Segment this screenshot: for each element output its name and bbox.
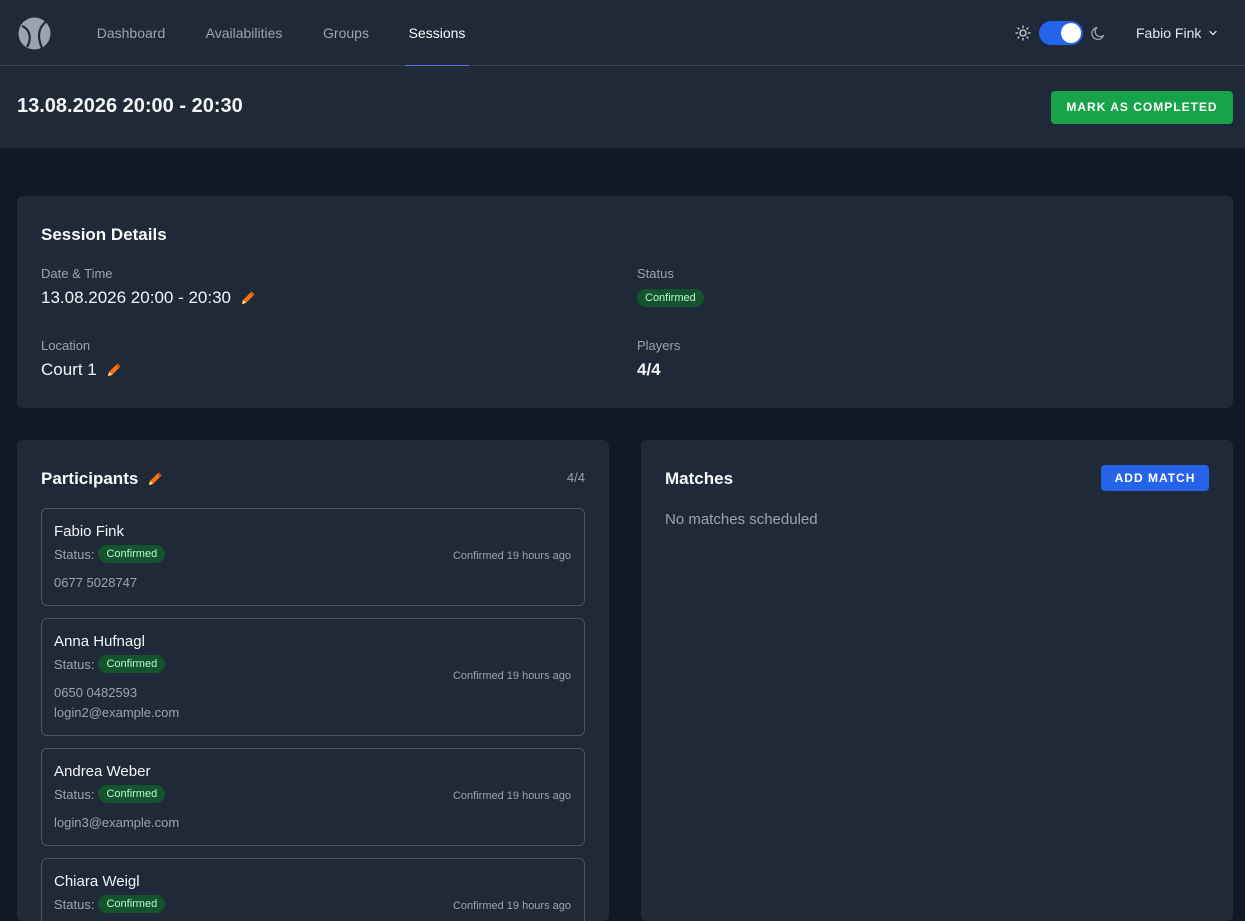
edit-date-time-pencil-icon[interactable] <box>239 289 257 307</box>
participant-card[interactable]: Chiara Weigl Status: Confirmed Confirmed… <box>41 858 585 921</box>
participant-name: Anna Hufnagl <box>54 633 145 650</box>
toggle-knob <box>1061 23 1081 43</box>
participants-header: Participants <box>41 469 164 489</box>
matches-title: Matches <box>665 469 734 488</box>
date-time-label: Date & Time <box>41 266 113 281</box>
participant-status: Status: Confirmed <box>54 785 166 803</box>
participant-card[interactable]: Andrea Weber Status: Confirmed Confirmed… <box>41 748 585 846</box>
participant-name: Fabio Fink <box>54 523 125 540</box>
participant-status: Status: Confirmed <box>54 655 166 673</box>
participant-status-label: Status: <box>54 546 95 562</box>
participant-status-label: Status: <box>54 656 95 672</box>
participant-status-badge: Confirmed <box>98 545 166 563</box>
participant-email: login2@example.com <box>54 705 180 720</box>
user-name: Fabio Fink <box>1136 25 1202 41</box>
participant-confirmed-time: Confirmed 19 hours ago <box>452 900 571 912</box>
no-matches-text: No matches scheduled <box>665 511 818 528</box>
page-header: 13.08.2026 20:00 - 20:30 MARK AS COMPLET… <box>0 66 1245 148</box>
mark-as-completed-button[interactable]: MARK AS COMPLETED <box>1051 91 1233 124</box>
theme-toggle[interactable] <box>1039 21 1083 45</box>
add-match-button[interactable]: ADD MATCH <box>1101 465 1209 491</box>
participant-card[interactable]: Anna Hufnagl Status: Confirmed Confirmed… <box>41 618 585 736</box>
date-time-text: 13.08.2026 20:00 - 20:30 <box>41 288 231 307</box>
location-value: Court 1 <box>41 360 123 380</box>
participant-confirmed-time: Confirmed 19 hours ago <box>452 550 571 562</box>
session-details-card: Session Details Date & Time 13.08.2026 2… <box>17 196 1233 408</box>
participant-confirmed-time: Confirmed 19 hours ago <box>452 670 571 682</box>
participant-status-label: Status: <box>54 786 95 802</box>
participant-phone: 0650 0482593 <box>54 685 138 700</box>
participant-status-badge: Confirmed <box>98 895 166 913</box>
nav-groups[interactable]: Groups <box>318 0 374 66</box>
participant-status: Status: Confirmed <box>54 545 166 563</box>
nav-dashboard[interactable]: Dashboard <box>92 0 170 66</box>
edit-participants-pencil-icon[interactable] <box>146 470 164 488</box>
sun-icon <box>1015 25 1031 41</box>
edit-location-pencil-icon[interactable] <box>105 361 123 379</box>
chevron-down-icon <box>1209 30 1218 36</box>
players-value: 4/4 <box>637 360 661 379</box>
status-label: Status <box>637 266 674 281</box>
nav-sessions[interactable]: Sessions <box>405 0 469 67</box>
tennis-ball-logo-icon[interactable] <box>18 17 51 50</box>
top-navbar: Dashboard Availabilities Groups Sessions… <box>0 0 1245 67</box>
session-details-title: Session Details <box>41 225 167 244</box>
participants-count: 4/4 <box>566 470 585 485</box>
matches-card: Matches ADD MATCH No matches scheduled <box>641 440 1233 921</box>
moon-icon <box>1091 26 1105 41</box>
location-label: Location <box>41 338 91 353</box>
participant-confirmed-time: Confirmed 19 hours ago <box>452 790 571 802</box>
status-value: Confirmed <box>637 288 704 307</box>
participants-card: Participants 4/4 Fabio Fink Status: Conf… <box>17 440 609 921</box>
participants-title: Participants <box>41 469 139 488</box>
participant-status-badge: Confirmed <box>98 785 166 803</box>
participant-phone: 0677 5028747 <box>54 575 138 590</box>
user-menu[interactable]: Fabio Fink <box>1136 24 1219 42</box>
nav-availabilities[interactable]: Availabilities <box>200 0 288 66</box>
date-time-value: 13.08.2026 20:00 - 20:30 <box>41 288 257 308</box>
participant-status-badge: Confirmed <box>98 655 166 673</box>
participant-name: Chiara Weigl <box>54 873 140 890</box>
page-title: 13.08.2026 20:00 - 20:30 <box>17 95 243 117</box>
participant-email: login3@example.com <box>54 815 180 830</box>
status-badge: Confirmed <box>637 289 704 307</box>
participant-status-label: Status: <box>54 896 95 912</box>
participant-status: Status: Confirmed <box>54 895 166 913</box>
players-label: Players <box>637 338 681 353</box>
participant-name: Andrea Weber <box>54 763 151 780</box>
participant-card[interactable]: Fabio Fink Status: Confirmed Confirmed 1… <box>41 508 585 606</box>
location-text: Court 1 <box>41 360 97 379</box>
